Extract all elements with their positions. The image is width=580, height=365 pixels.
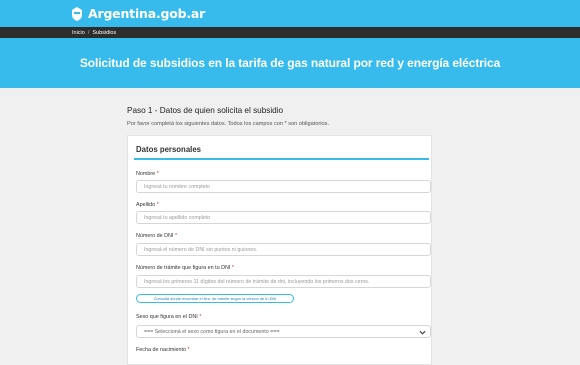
required-mark: *	[231, 265, 234, 271]
tramite-help-button[interactable]: Consultá dónde encontrar el Nro. de trám…	[136, 294, 294, 303]
section-divider	[134, 158, 429, 160]
dni-label: Número de DNI *	[136, 233, 178, 239]
step-description: Por favor completá los siguientes datos.…	[127, 121, 330, 127]
main-content: Paso 1 - Datos de quien solicita el subs…	[0, 88, 580, 365]
sexo-label: Sexo que figura en el DNI *	[136, 314, 202, 320]
personal-data-card: Datos personales Nombre * Ingresá tu nom…	[127, 135, 432, 365]
dni-input[interactable]: Ingresá el número de DNI sin puntos ni g…	[136, 243, 431, 256]
step-title: Paso 1 - Datos de quien solicita el subs…	[127, 106, 284, 115]
argentina-logo-link[interactable]: Argentina.gob.ar	[72, 6, 205, 21]
sexo-select[interactable]: === Seleccioná el sexo como figura en el…	[136, 325, 431, 338]
apellido-input[interactable]: Ingresá tu apellido completo	[136, 211, 431, 224]
page-title: Solicitud de subsidios en la tarifa de g…	[79, 56, 501, 70]
apellido-label: Apellido *	[136, 202, 159, 208]
breadcrumb: Inicio / Subsidios	[0, 27, 580, 38]
breadcrumb-separator: /	[87, 29, 90, 36]
nombre-label: Nombre *	[136, 171, 159, 177]
tramite-input[interactable]: Ingresá los primeros 11 dígitos del núme…	[136, 275, 431, 288]
hero-banner: Solicitud de subsidios en la tarifa de g…	[0, 38, 580, 88]
breadcrumb-home-link[interactable]: Inicio	[72, 30, 85, 36]
required-mark: *	[174, 233, 178, 239]
breadcrumb-current: Subsidios	[92, 29, 117, 36]
required-mark: *	[156, 171, 159, 177]
section-title: Datos personales	[136, 145, 201, 154]
required-mark: *	[199, 314, 202, 320]
argentina-shield-icon	[72, 6, 82, 21]
required-mark: *	[187, 347, 190, 353]
required-mark: *	[156, 202, 159, 208]
sexo-select-value: === Seleccioná el sexo como figura en el…	[144, 328, 280, 335]
brand-name: Argentina.gob.ar	[88, 6, 206, 21]
top-header: Argentina.gob.ar	[0, 0, 580, 27]
nombre-input[interactable]: Ingresá tu nombre completo	[136, 180, 431, 193]
nacimiento-label: Fecha de nacimiento *	[136, 347, 190, 353]
chevron-down-icon	[419, 330, 426, 335]
tramite-label: Número de trámite que figura en tu DNI *	[136, 265, 234, 271]
